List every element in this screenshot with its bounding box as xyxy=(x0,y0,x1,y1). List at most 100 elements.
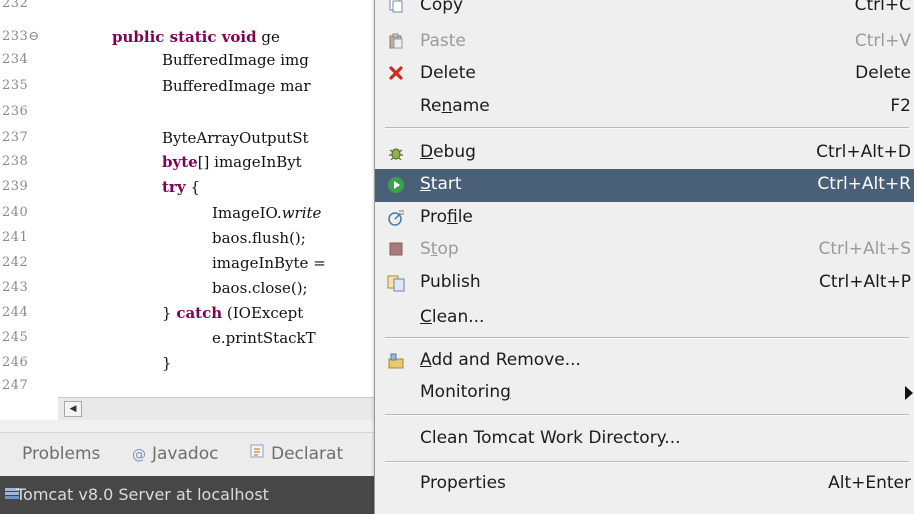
submenu-arrow-icon xyxy=(905,386,913,400)
keyword: public static void xyxy=(112,28,257,46)
menu-item-label: Stop xyxy=(420,239,459,259)
add-remove-icon xyxy=(387,352,405,370)
server-row[interactable]: Tomcat v8.0 Server at localhost xyxy=(0,476,380,514)
code-line: 233⊖ public static void ge xyxy=(0,27,380,49)
editor-border xyxy=(0,420,380,432)
menu-item-label: Start xyxy=(420,174,462,194)
label-part: ebug xyxy=(433,142,476,162)
code-text: ByteArrayOutputSt xyxy=(162,129,309,147)
menu-item-clean[interactable]: Clean... xyxy=(375,302,914,334)
delete-icon xyxy=(387,65,405,83)
line-number: 235 xyxy=(2,78,29,93)
code-fragment: (IOExcept xyxy=(222,304,304,322)
menu-item-shortcut: Ctrl+Alt+R xyxy=(817,174,911,194)
line-number: 242 xyxy=(2,255,29,270)
declaration-icon xyxy=(250,444,265,463)
code-line: 235 BufferedImage mar xyxy=(0,76,380,98)
label-part: lean... xyxy=(431,307,485,327)
code-line: 240 ImageIO.write xyxy=(0,203,380,225)
code-fragment: } xyxy=(162,304,177,322)
menu-item-label: Clean Tomcat Work Directory... xyxy=(420,428,681,448)
tab-problems[interactable]: Problems xyxy=(22,444,100,464)
code-line: 232 xyxy=(0,0,380,16)
code-line: 242 imageInByte = xyxy=(0,253,380,275)
line-number: 238 xyxy=(2,154,29,169)
label-part: ame xyxy=(452,96,490,116)
line-number: 240 xyxy=(2,205,29,220)
menu-item-label: Publish xyxy=(420,272,481,292)
keyword: try xyxy=(162,178,186,196)
mnemonic: S xyxy=(420,174,431,194)
code-line: 247 xyxy=(0,376,380,390)
menu-item-clean-tomcat[interactable]: Clean Tomcat Work Directory... xyxy=(375,423,914,455)
code-text: ImageIO.write xyxy=(212,204,321,222)
menu-item-rename[interactable]: Rename F2 xyxy=(375,91,914,123)
label-part: dd and Remove... xyxy=(431,350,581,370)
debug-icon xyxy=(387,144,405,162)
scroll-left-icon[interactable]: ◀ xyxy=(64,401,82,417)
mnemonic: f xyxy=(446,207,458,227)
javadoc-icon: @ xyxy=(132,447,146,463)
menu-item-shortcut: Ctrl+Alt+D xyxy=(816,142,911,162)
menu-item-add-remove[interactable]: Add and Remove... xyxy=(375,345,914,377)
line-number: 247 xyxy=(2,378,29,390)
menu-item-label: Profile xyxy=(420,207,473,227)
code-line: 238 byte[] imageInByt xyxy=(0,152,380,174)
menu-item-shortcut: F2 xyxy=(890,96,911,116)
menu-item-label: Delete xyxy=(420,63,476,83)
method-name: write xyxy=(281,204,322,222)
menu-item-profile[interactable]: Profile xyxy=(375,202,914,234)
tab-label: Declarat xyxy=(271,444,344,464)
code-text: byte[] imageInByt xyxy=(162,153,302,171)
menu-item-label: Monitoring xyxy=(420,382,511,402)
mnemonic: C xyxy=(420,307,432,327)
code-text: baos.flush(); xyxy=(212,229,306,247)
menu-item-paste[interactable]: Paste Ctrl+V xyxy=(375,26,914,58)
profile-icon xyxy=(387,209,405,227)
menu-item-publish[interactable]: Publish Ctrl+Alt+P xyxy=(375,267,914,299)
line-number: 237 xyxy=(2,130,29,145)
context-menu: Copy Ctrl+C Paste Ctrl+V Delete Delete R… xyxy=(374,0,914,514)
line-number: 246 xyxy=(2,355,29,370)
line-number: 244 xyxy=(2,305,29,320)
menu-item-label: Add and Remove... xyxy=(420,350,581,370)
menu-item-stop[interactable]: Stop Ctrl+Alt+S xyxy=(375,234,914,266)
server-label: Tomcat v8.0 Server at localhost xyxy=(16,485,269,504)
code-text: } catch (IOExcept xyxy=(162,304,303,322)
bottom-tab-bar: Problems @ Javadoc Declarat xyxy=(0,432,380,477)
menu-item-shortcut: Ctrl+Alt+S xyxy=(818,239,911,259)
menu-item-shortcut: Ctrl+Alt+P xyxy=(818,272,911,292)
line-number: 245 xyxy=(2,330,29,345)
code-text: BufferedImage img xyxy=(162,51,309,69)
code-fragment: ge xyxy=(256,28,280,46)
menu-item-start[interactable]: Start Ctrl+Alt+R xyxy=(375,169,914,202)
menu-item-copy[interactable]: Copy Ctrl+C xyxy=(375,0,914,22)
mnemonic: D xyxy=(420,142,434,162)
line-number: 236 xyxy=(2,104,29,119)
code-line: 234 BufferedImage img xyxy=(0,50,380,72)
mnemonic: A xyxy=(420,350,432,370)
label-part: Monitorin xyxy=(420,382,501,402)
line-number: 243 xyxy=(2,280,29,295)
label-part: ile xyxy=(457,207,473,227)
start-icon xyxy=(387,176,405,194)
code-editor[interactable]: 232 233⊖ public static void ge 234 Buffe… xyxy=(0,0,380,396)
mnemonic: g xyxy=(500,382,511,402)
tab-javadoc[interactable]: @ Javadoc xyxy=(132,444,218,464)
menu-item-shortcut: Ctrl+V xyxy=(854,31,911,51)
code-line: 246 } xyxy=(0,353,380,375)
menu-item-debug[interactable]: Debug Ctrl+Alt+D xyxy=(375,137,914,169)
menu-item-label: Clean... xyxy=(420,307,484,327)
label-part: S xyxy=(420,239,431,259)
tab-declaration[interactable]: Declarat xyxy=(250,444,343,464)
code-text: BufferedImage mar xyxy=(162,77,311,95)
line-number: 233⊖ xyxy=(2,29,40,44)
tab-label: Problems xyxy=(22,444,101,464)
stop-icon xyxy=(387,241,405,259)
code-fragment: [] imageInByt xyxy=(197,153,302,171)
menu-item-properties[interactable]: Properties Alt+Enter xyxy=(375,468,914,500)
menu-item-shortcut: Delete xyxy=(855,63,911,83)
menu-item-monitoring[interactable]: Monitoring xyxy=(375,377,914,409)
menu-item-delete[interactable]: Delete Delete xyxy=(375,58,914,90)
horizontal-scrollbar[interactable]: ◀ xyxy=(58,397,380,421)
